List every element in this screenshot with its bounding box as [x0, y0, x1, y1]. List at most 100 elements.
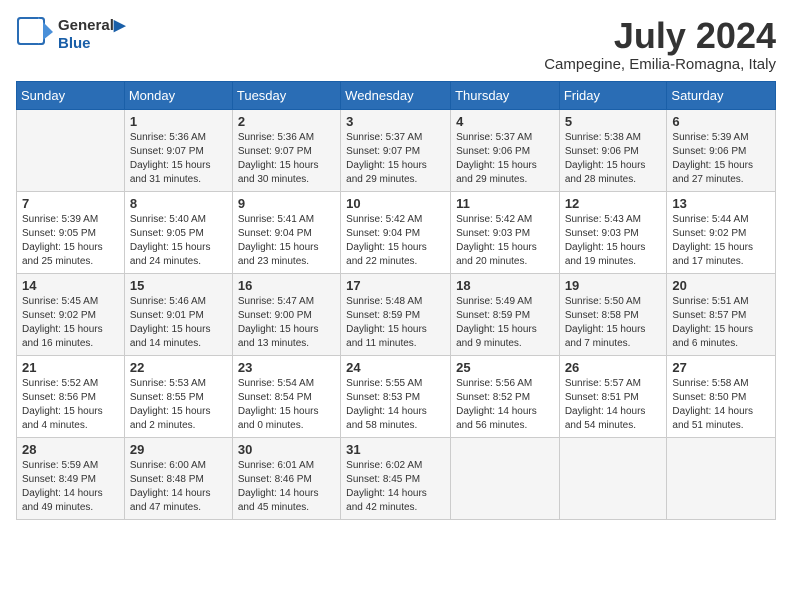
calendar-subtitle: Campegine, Emilia-Romagna, Italy	[544, 56, 776, 73]
day-info: Sunrise: 5:53 AMSunset: 8:55 PMDaylight:…	[130, 377, 227, 433]
calendar-cell: 25 Sunrise: 5:56 AMSunset: 8:52 PMDayligh…	[451, 355, 560, 437]
calendar-cell: 9 Sunrise: 5:41 AMSunset: 9:04 PMDaylight…	[232, 191, 340, 273]
weekday-header-tuesday: Tuesday	[232, 81, 340, 109]
day-info: Sunrise: 5:37 AMSunset: 9:06 PMDaylight:…	[456, 131, 554, 187]
day-number: 23	[238, 360, 335, 375]
day-info: Sunrise: 5:59 AMSunset: 8:49 PMDaylight:…	[22, 459, 119, 515]
calendar-cell: 27 Sunrise: 5:58 AMSunset: 8:50 PMDayligh…	[667, 355, 776, 437]
calendar-cell: 1 Sunrise: 5:36 AMSunset: 9:07 PMDaylight…	[124, 109, 232, 191]
calendar-week-2: 7 Sunrise: 5:39 AMSunset: 9:05 PMDaylight…	[17, 191, 776, 273]
day-number: 7	[22, 196, 119, 211]
day-number: 21	[22, 360, 119, 375]
day-number: 1	[130, 114, 227, 129]
day-info: Sunrise: 5:48 AMSunset: 8:59 PMDaylight:…	[346, 295, 445, 351]
logo-wrap: General▶ Blue	[16, 16, 125, 54]
day-number: 5	[565, 114, 662, 129]
day-info: Sunrise: 5:45 AMSunset: 9:02 PMDaylight:…	[22, 295, 119, 351]
day-info: Sunrise: 5:43 AMSunset: 9:03 PMDaylight:…	[565, 213, 662, 269]
logo: General▶ Blue	[16, 16, 125, 54]
weekday-header-friday: Friday	[559, 81, 667, 109]
calendar-cell: 30 Sunrise: 6:01 AMSunset: 8:46 PMDayligh…	[232, 437, 340, 519]
calendar-cell: 14 Sunrise: 5:45 AMSunset: 9:02 PMDayligh…	[17, 273, 125, 355]
calendar-week-5: 28 Sunrise: 5:59 AMSunset: 8:49 PMDayligh…	[17, 437, 776, 519]
day-number: 26	[565, 360, 662, 375]
day-number: 2	[238, 114, 335, 129]
day-number: 15	[130, 278, 227, 293]
day-number: 10	[346, 196, 445, 211]
calendar-cell: 5 Sunrise: 5:38 AMSunset: 9:06 PMDaylight…	[559, 109, 667, 191]
calendar-cell: 10Sunrise: 5:42 AMSunset: 9:04 PMDayligh…	[341, 191, 451, 273]
logo-svg-icon	[16, 16, 54, 54]
day-info: Sunrise: 5:56 AMSunset: 8:52 PMDaylight:…	[456, 377, 554, 433]
day-info: Sunrise: 5:47 AMSunset: 9:00 PMDaylight:…	[238, 295, 335, 351]
calendar-cell: 31Sunrise: 6:02 AMSunset: 8:45 PMDayligh…	[341, 437, 451, 519]
day-number: 19	[565, 278, 662, 293]
day-info: Sunrise: 5:55 AMSunset: 8:53 PMDaylight:…	[346, 377, 445, 433]
calendar-cell: 17Sunrise: 5:48 AMSunset: 8:59 PMDayligh…	[341, 273, 451, 355]
day-number: 27	[672, 360, 770, 375]
calendar-cell	[667, 437, 776, 519]
day-number: 24	[346, 360, 445, 375]
day-info: Sunrise: 5:57 AMSunset: 8:51 PMDaylight:…	[565, 377, 662, 433]
day-info: Sunrise: 6:01 AMSunset: 8:46 PMDaylight:…	[238, 459, 335, 515]
calendar-cell: 26 Sunrise: 5:57 AMSunset: 8:51 PMDayligh…	[559, 355, 667, 437]
calendar-cell: 18 Sunrise: 5:49 AMSunset: 8:59 PMDayligh…	[451, 273, 560, 355]
calendar-cell: 16 Sunrise: 5:47 AMSunset: 9:00 PMDayligh…	[232, 273, 340, 355]
day-number: 8	[130, 196, 227, 211]
calendar-cell: 21 Sunrise: 5:52 AMSunset: 8:56 PMDayligh…	[17, 355, 125, 437]
day-number: 9	[238, 196, 335, 211]
day-number: 30	[238, 442, 335, 457]
calendar-cell: 19 Sunrise: 5:50 AMSunset: 8:58 PMDayligh…	[559, 273, 667, 355]
day-info: Sunrise: 5:36 AMSunset: 9:07 PMDaylight:…	[238, 131, 335, 187]
day-info: Sunrise: 5:44 AMSunset: 9:02 PMDaylight:…	[672, 213, 770, 269]
day-info: Sunrise: 5:58 AMSunset: 8:50 PMDaylight:…	[672, 377, 770, 433]
calendar-week-3: 14 Sunrise: 5:45 AMSunset: 9:02 PMDayligh…	[17, 273, 776, 355]
day-number: 4	[456, 114, 554, 129]
weekday-header-wednesday: Wednesday	[341, 81, 451, 109]
day-info: Sunrise: 5:54 AMSunset: 8:54 PMDaylight:…	[238, 377, 335, 433]
day-number: 3	[346, 114, 445, 129]
calendar-cell: 15 Sunrise: 5:46 AMSunset: 9:01 PMDayligh…	[124, 273, 232, 355]
day-info: Sunrise: 6:00 AMSunset: 8:48 PMDaylight:…	[130, 459, 227, 515]
day-info: Sunrise: 5:39 AMSunset: 9:05 PMDaylight:…	[22, 213, 119, 269]
day-info: Sunrise: 6:02 AMSunset: 8:45 PMDaylight:…	[346, 459, 445, 515]
day-number: 16	[238, 278, 335, 293]
day-number: 20	[672, 278, 770, 293]
day-info: Sunrise: 5:49 AMSunset: 8:59 PMDaylight:…	[456, 295, 554, 351]
calendar-cell: 8Sunrise: 5:40 AMSunset: 9:05 PMDaylight…	[124, 191, 232, 273]
calendar-week-4: 21 Sunrise: 5:52 AMSunset: 8:56 PMDayligh…	[17, 355, 776, 437]
weekday-header-thursday: Thursday	[451, 81, 560, 109]
day-number: 29	[130, 442, 227, 457]
title-area: July 2024 Campegine, Emilia-Romagna, Ita…	[544, 16, 776, 73]
calendar-table: SundayMondayTuesdayWednesdayThursdayFrid…	[16, 81, 776, 520]
day-number: 22	[130, 360, 227, 375]
day-number: 12	[565, 196, 662, 211]
calendar-cell	[559, 437, 667, 519]
calendar-title: July 2024	[544, 16, 776, 56]
calendar-cell: 22 Sunrise: 5:53 AMSunset: 8:55 PMDayligh…	[124, 355, 232, 437]
day-number: 18	[456, 278, 554, 293]
logo-text-block: General▶ Blue	[58, 17, 125, 53]
day-info: Sunrise: 5:39 AMSunset: 9:06 PMDaylight:…	[672, 131, 770, 187]
calendar-cell	[451, 437, 560, 519]
calendar-week-1: 1 Sunrise: 5:36 AMSunset: 9:07 PMDaylight…	[17, 109, 776, 191]
day-info: Sunrise: 5:36 AMSunset: 9:07 PMDaylight:…	[130, 131, 227, 187]
calendar-cell: 20Sunrise: 5:51 AMSunset: 8:57 PMDayligh…	[667, 273, 776, 355]
day-info: Sunrise: 5:50 AMSunset: 8:58 PMDaylight:…	[565, 295, 662, 351]
day-info: Sunrise: 5:52 AMSunset: 8:56 PMDaylight:…	[22, 377, 119, 433]
day-number: 25	[456, 360, 554, 375]
calendar-cell: 12 Sunrise: 5:43 AMSunset: 9:03 PMDayligh…	[559, 191, 667, 273]
day-number: 28	[22, 442, 119, 457]
weekday-header-sunday: Sunday	[17, 81, 125, 109]
calendar-cell: 13Sunrise: 5:44 AMSunset: 9:02 PMDayligh…	[667, 191, 776, 273]
day-number: 14	[22, 278, 119, 293]
day-info: Sunrise: 5:38 AMSunset: 9:06 PMDaylight:…	[565, 131, 662, 187]
weekday-header-row: SundayMondayTuesdayWednesdayThursdayFrid…	[17, 81, 776, 109]
calendar-cell: 2 Sunrise: 5:36 AMSunset: 9:07 PMDaylight…	[232, 109, 340, 191]
calendar-cell: 23 Sunrise: 5:54 AMSunset: 8:54 PMDayligh…	[232, 355, 340, 437]
day-number: 11	[456, 196, 554, 211]
day-info: Sunrise: 5:41 AMSunset: 9:04 PMDaylight:…	[238, 213, 335, 269]
weekday-header-monday: Monday	[124, 81, 232, 109]
weekday-header-saturday: Saturday	[667, 81, 776, 109]
day-info: Sunrise: 5:46 AMSunset: 9:01 PMDaylight:…	[130, 295, 227, 351]
